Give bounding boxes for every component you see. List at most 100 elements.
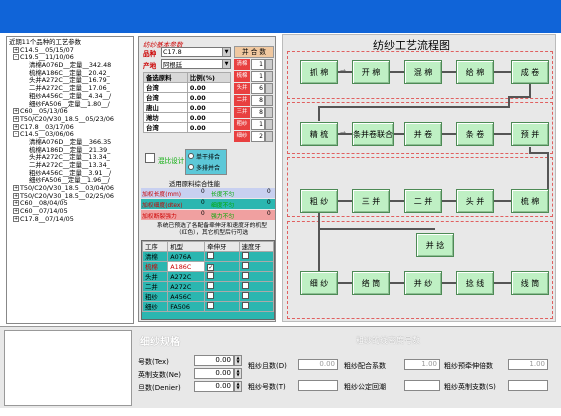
merge-stepper[interactable] <box>265 71 273 82</box>
merge-stepper[interactable] <box>265 131 273 142</box>
process-box[interactable]: 线 筒 <box>511 271 549 295</box>
draft-checkbox[interactable] <box>204 281 240 292</box>
expand-icon[interactable]: + <box>13 123 19 130</box>
expand-icon[interactable]: + <box>13 192 19 199</box>
process-box[interactable]: 梳 棉 <box>511 189 549 213</box>
mix-checkbox[interactable] <box>145 153 155 163</box>
process-box[interactable]: 成 卷 <box>511 60 549 84</box>
machine-row[interactable]: 细纱 FA506 <box>141 301 275 312</box>
sliver-draft-field[interactable]: 1.00 <box>404 359 440 370</box>
process-box[interactable]: 并 纱 <box>404 271 442 295</box>
checkbox[interactable] <box>207 282 215 289</box>
draft-checkbox[interactable]: ✓ <box>204 261 240 272</box>
expand-icon[interactable]: + <box>13 208 19 215</box>
merge-stepper[interactable] <box>265 83 273 94</box>
speed-checkbox[interactable] <box>238 271 275 282</box>
process-box[interactable]: 条并卷联合 <box>352 122 394 146</box>
process-box[interactable]: 捻 线 <box>456 271 494 295</box>
expand-icon[interactable]: + <box>13 108 19 115</box>
material-row[interactable]: 唐山 0.00 <box>143 102 232 113</box>
material-row[interactable]: 台湾 0.00 <box>143 122 232 133</box>
draft-checkbox[interactable] <box>204 291 240 302</box>
process-box[interactable]: 并 卷 <box>404 122 442 146</box>
origin-select[interactable]: 阿根廷 ▼ <box>161 59 231 69</box>
merge-value[interactable]: 2 <box>251 131 265 142</box>
machine-row[interactable]: 粗纱 A456C <box>141 291 275 302</box>
process-box[interactable]: 给 棉 <box>456 60 494 84</box>
merge-stepper[interactable] <box>265 59 273 70</box>
denier-stepper[interactable]: ▲ ▼ <box>234 381 242 392</box>
material-row[interactable]: 台湾 0.00 <box>143 92 232 103</box>
merge-stepper[interactable] <box>265 107 273 118</box>
sliver-num-field[interactable] <box>298 380 338 391</box>
expand-icon[interactable]: + <box>13 200 19 207</box>
process-box[interactable]: 预 并 <box>511 122 549 146</box>
machine-row[interactable]: 梳棉 A186C ✓ <box>141 261 275 272</box>
machine-table[interactable]: 工序 机型 牵伸牙 速度牙 清棉 A076A 梳棉 A186C ✓ 头并 A272C 二并 A272C… <box>141 240 275 320</box>
ne-field[interactable]: 0.00 <box>194 368 234 379</box>
speed-checkbox[interactable] <box>238 301 275 312</box>
material-row[interactable]: 台湾 0.00 <box>143 82 232 93</box>
chevron-down-icon[interactable]: ▼ <box>222 60 230 68</box>
radio-multi[interactable] <box>188 164 194 170</box>
merge-value[interactable]: 8 <box>251 95 265 106</box>
merge-value[interactable]: 6 <box>251 83 265 94</box>
process-box[interactable]: 粗 纱 <box>300 189 338 213</box>
process-box[interactable]: 三 并 <box>352 189 390 213</box>
expand-icon[interactable]: + <box>13 115 19 122</box>
rove-pre-field[interactable]: 1.00 <box>508 359 548 370</box>
machine-row[interactable]: 头并 A272C <box>141 271 275 282</box>
speed-checkbox[interactable] <box>238 281 275 292</box>
material-row[interactable]: 潍坊 0.00 <box>143 112 232 123</box>
collapse-icon[interactable]: - <box>13 131 19 138</box>
checkbox[interactable] <box>241 262 249 269</box>
process-box[interactable]: 开 棉 <box>352 60 390 84</box>
checkbox[interactable] <box>241 272 249 279</box>
tree-item[interactable]: + C17.8__07/14/05 <box>9 215 133 224</box>
collapse-icon[interactable]: - <box>13 54 19 61</box>
speed-checkbox[interactable] <box>238 291 275 302</box>
merge-value[interactable]: 1 <box>251 59 265 70</box>
merge-value[interactable]: 8 <box>251 107 265 118</box>
machine-row[interactable]: 清棉 A076A <box>141 251 275 262</box>
merge-stepper[interactable] <box>265 119 273 130</box>
process-box[interactable]: 络 筒 <box>352 271 390 295</box>
rove-count-field[interactable] <box>508 380 548 391</box>
process-box[interactable]: 头 并 <box>456 189 494 213</box>
chevron-down-icon[interactable]: ▼ <box>222 48 230 56</box>
expand-icon[interactable]: + <box>13 215 19 222</box>
variety-tree[interactable]: 近期11个品种的工艺参数 + C14.5__05/15/07- C19.5__11/… <box>6 36 134 324</box>
draft-checkbox[interactable] <box>204 251 240 262</box>
process-box[interactable]: 并 捻 <box>416 233 454 257</box>
tex-stepper[interactable]: ▲ ▼ <box>234 355 242 366</box>
checkbox[interactable] <box>241 302 249 309</box>
tex-field[interactable]: 0.00 <box>194 355 234 366</box>
merge-value[interactable]: 1 <box>251 71 265 82</box>
process-box[interactable]: 混 棉 <box>404 60 442 84</box>
twist-field[interactable] <box>404 380 440 391</box>
process-box[interactable]: 条 卷 <box>456 122 494 146</box>
process-box[interactable]: 二 并 <box>404 189 442 213</box>
ne-stepper[interactable]: ▲ ▼ <box>234 368 242 379</box>
sliver-tex-field[interactable]: 0.00 <box>298 359 338 370</box>
merge-stepper[interactable] <box>265 95 273 106</box>
denier-field[interactable]: 0.00 <box>194 381 234 392</box>
checkbox[interactable] <box>207 292 215 299</box>
process-box[interactable]: 抓 棉 <box>300 60 338 84</box>
speed-checkbox[interactable] <box>238 261 275 272</box>
checkbox[interactable] <box>207 252 215 259</box>
draft-checkbox[interactable] <box>204 271 240 282</box>
checkbox[interactable] <box>207 302 215 309</box>
speed-checkbox[interactable] <box>238 251 275 262</box>
checkbox[interactable] <box>207 272 215 279</box>
variety-select[interactable]: C17.8 ▼ <box>161 47 231 57</box>
checkbox[interactable] <box>241 292 249 299</box>
process-box[interactable]: 细 纱 <box>300 271 338 295</box>
machine-row[interactable]: 二并 A272C <box>141 281 275 292</box>
draft-checkbox[interactable] <box>204 301 240 312</box>
merge-value[interactable]: 1 <box>251 119 265 130</box>
expand-icon[interactable]: + <box>13 46 19 53</box>
checkbox[interactable] <box>241 282 249 289</box>
radio-single[interactable] <box>188 153 194 159</box>
checkbox[interactable]: ✓ <box>207 263 215 271</box>
